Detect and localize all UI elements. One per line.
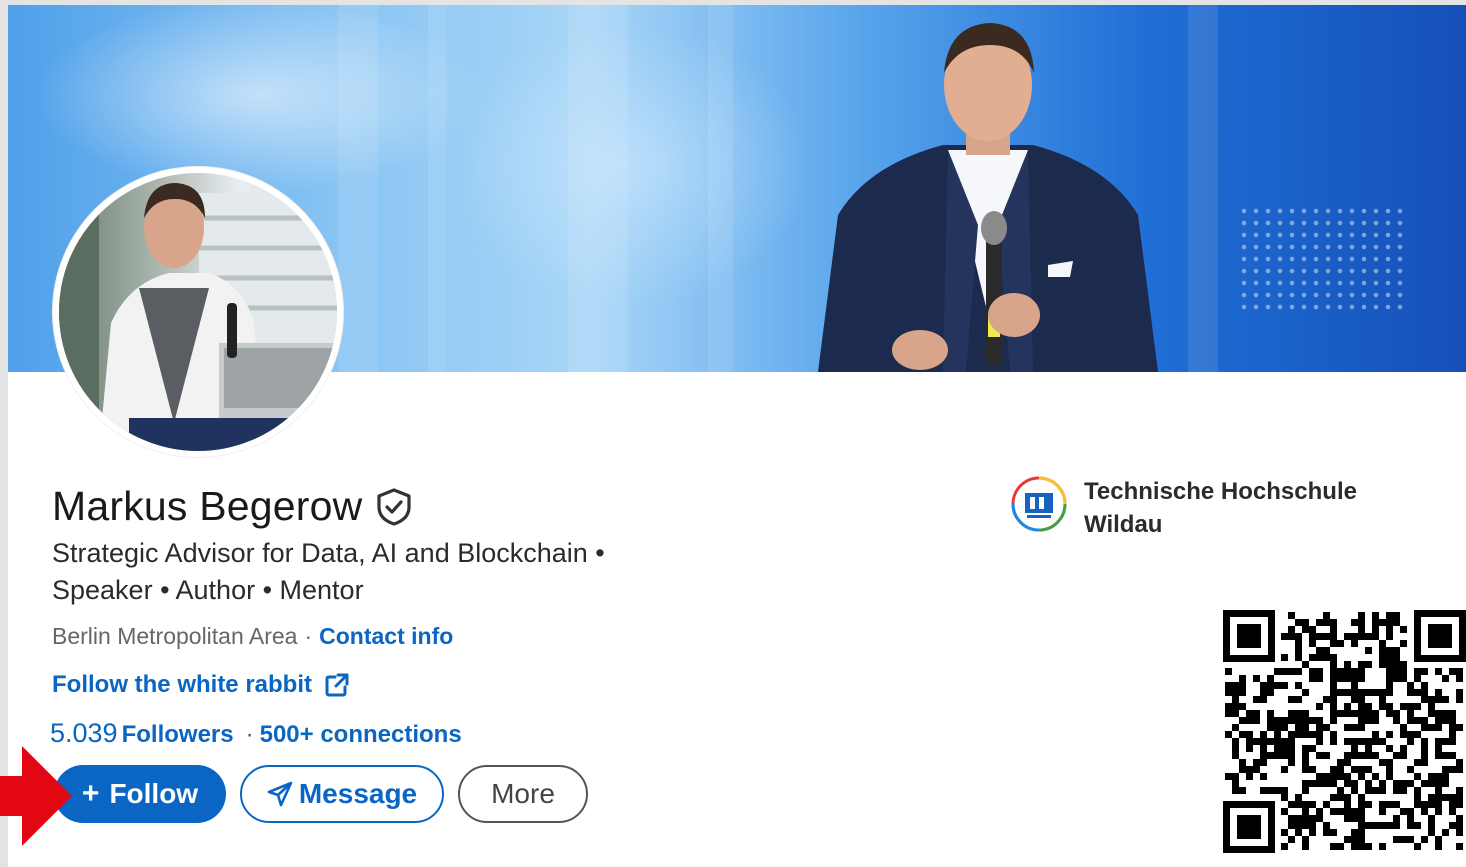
message-button[interactable]: Message — [240, 765, 444, 823]
school-name: Technische Hochschule Wildau — [1084, 478, 1357, 538]
qr-code — [1223, 610, 1466, 853]
external-link-icon — [325, 673, 349, 697]
profile-location: Berlin Metropolitan Area — [52, 623, 298, 649]
more-button[interactable]: More — [458, 765, 588, 823]
follow-button[interactable]: + Follow — [54, 765, 226, 823]
more-button-label: More — [491, 778, 555, 809]
plus-icon: + — [81, 777, 100, 810]
red-arrow-annotation — [0, 746, 72, 846]
profile-headline: Strategic Advisor for Data, AI and Block… — [52, 538, 605, 605]
message-button-label: Message — [298, 778, 418, 809]
website-link[interactable]: Follow the white rabbit — [52, 671, 350, 699]
shield-check-icon[interactable] — [376, 487, 412, 526]
separator-dot: · — [304, 623, 313, 649]
contact-info-link[interactable]: Contact info — [319, 623, 453, 650]
follow-button-label: Follow — [109, 778, 199, 809]
send-icon — [267, 781, 293, 807]
profile-name: Markus Begerow — [52, 483, 363, 529]
connections-link[interactable]: 500+ connections — [260, 721, 462, 749]
banner-speaker-photo — [818, 23, 1158, 372]
separator-dot: · — [245, 721, 254, 748]
profile-avatar[interactable] — [53, 167, 343, 457]
followers-count[interactable]: 5.039 — [50, 718, 118, 749]
university-logo — [1011, 476, 1067, 532]
education-entry[interactable]: Technische Hochschule Wildau — [1010, 475, 1384, 541]
followers-label[interactable]: Followers — [122, 721, 234, 749]
profile-card: Markus Begerow Strategic Advisor for Dat… — [8, 5, 1466, 867]
website-link-label: Follow the white rabbit — [52, 671, 312, 698]
